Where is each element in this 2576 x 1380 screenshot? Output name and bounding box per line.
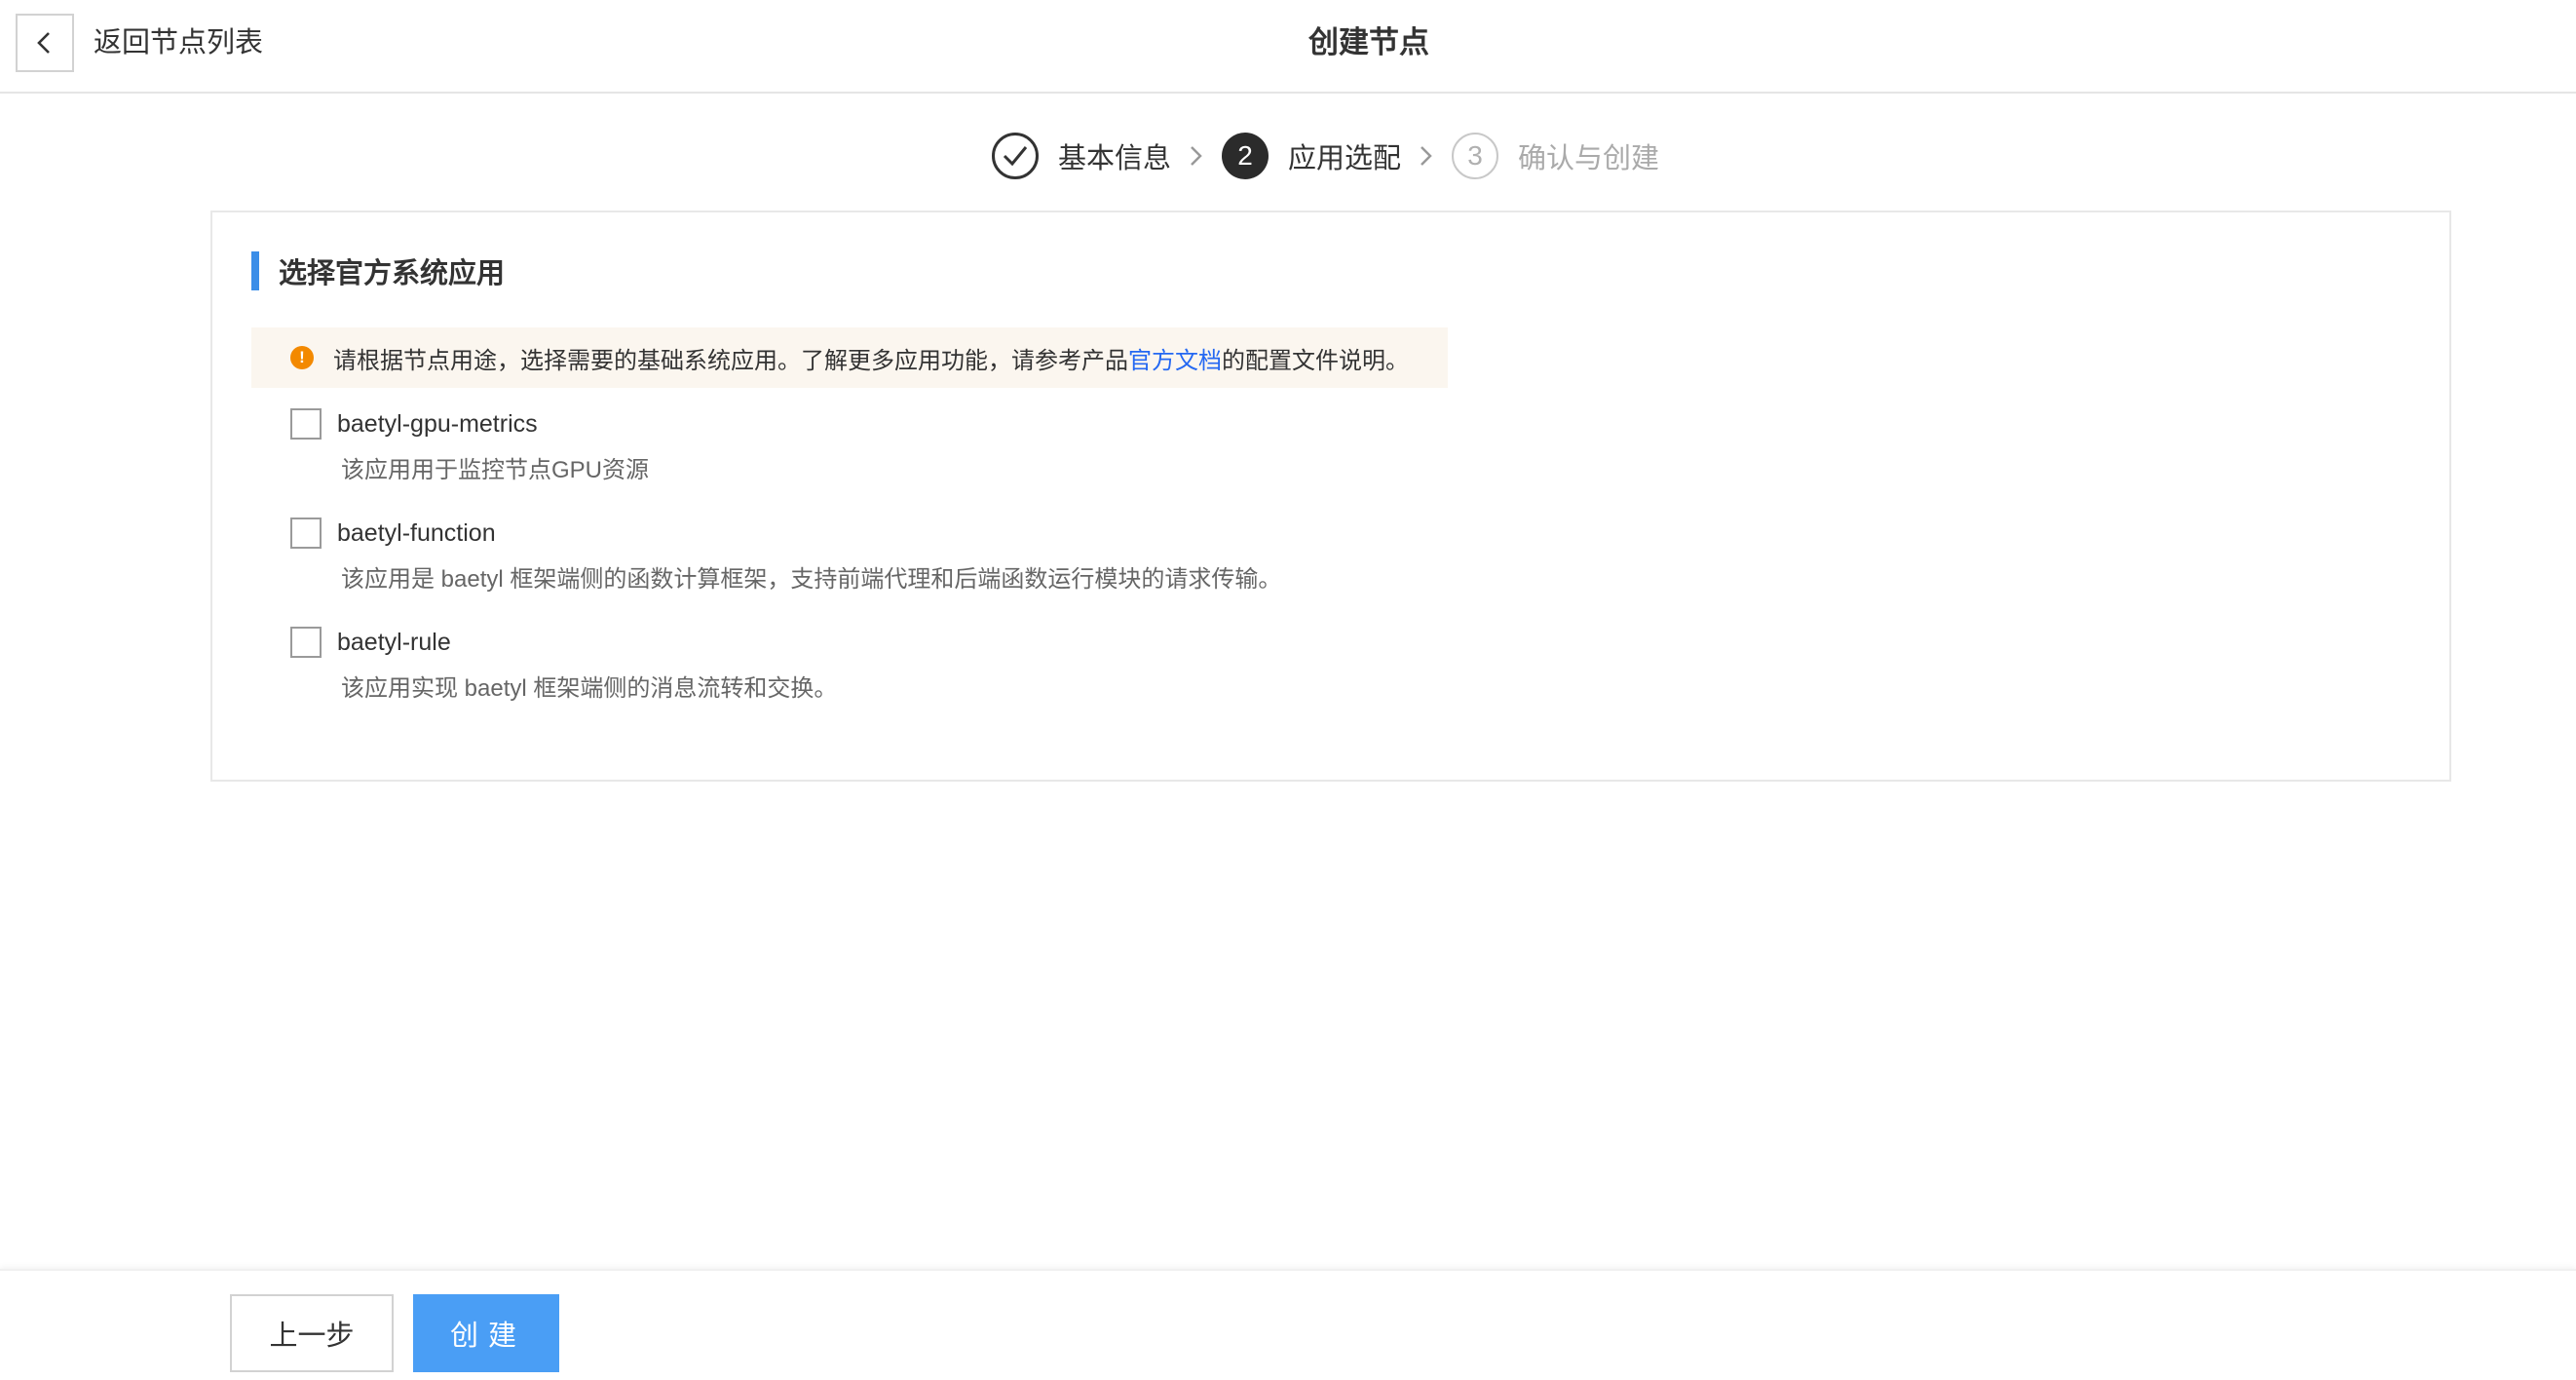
option-description: 该应用实现 baetyl 框架端侧的消息流转和交换。 xyxy=(341,675,838,702)
chevron-right-icon xyxy=(1191,146,1202,166)
step-label: 确认与创建 xyxy=(1518,143,1660,174)
section-accent-bar xyxy=(251,251,259,290)
option-baetyl-rule: baetyl-rule 该应用实现 baetyl 框架端侧的消息流转和交换。 xyxy=(290,626,837,703)
option-description: 该应用用于监控节点GPU资源 xyxy=(341,457,650,483)
step-number: 2 xyxy=(1222,133,1269,179)
option-baetyl-function: baetyl-function 该应用是 baetyl 框架端侧的函数计算框架，… xyxy=(290,517,1281,594)
section-title: 选择官方系统应用 xyxy=(251,251,505,290)
footer-bar: 上一步 创建 xyxy=(0,1269,2576,1380)
step-label: 基本信息 xyxy=(1058,143,1172,174)
previous-step-button[interactable]: 上一步 xyxy=(230,1294,394,1372)
page-header: 返回节点列表 创建节点 xyxy=(0,0,2576,94)
checkbox[interactable] xyxy=(290,518,322,549)
option-baetyl-gpu-metrics: baetyl-gpu-metrics 该应用用于监控节点GPU资源 xyxy=(290,407,649,484)
step-label: 应用选配 xyxy=(1288,143,1402,174)
app-selection-card: 选择官方系统应用 ! 请根据节点用途，选择需要的基础系统应用。了解更多应用功能，… xyxy=(210,211,2451,782)
step-number: 3 xyxy=(1452,133,1498,179)
warning-icon: ! xyxy=(290,346,314,369)
page-title: 创建节点 xyxy=(1308,25,1429,59)
option-name[interactable]: baetyl-function xyxy=(337,519,496,548)
option-name[interactable]: baetyl-rule xyxy=(337,629,451,657)
step-app-selection: 2 应用选配 xyxy=(1222,133,1401,179)
option-description: 该应用是 baetyl 框架端侧的函数计算框架，支持前端代理和后端函数运行模块的… xyxy=(341,566,1282,593)
option-name[interactable]: baetyl-gpu-metrics xyxy=(337,410,538,439)
info-alert: ! 请根据节点用途，选择需要的基础系统应用。了解更多应用功能，请参考产品官方文档… xyxy=(251,327,1448,388)
docs-link[interactable]: 官方文档 xyxy=(1128,348,1222,374)
create-button[interactable]: 创建 xyxy=(413,1294,559,1372)
alert-text-before: 请根据节点用途，选择需要的基础系统应用。了解更多应用功能，请参考产品 xyxy=(333,347,1128,374)
check-icon xyxy=(992,133,1039,179)
step-confirm-create: 3 确认与创建 xyxy=(1452,133,1659,179)
chevron-right-icon xyxy=(1421,146,1432,166)
alert-text-after: 的配置文件说明。 xyxy=(1222,347,1409,374)
step-basic-info: 基本信息 xyxy=(992,133,1171,179)
alert-text: 请根据节点用途，选择需要的基础系统应用。了解更多应用功能，请参考产品官方文档的配… xyxy=(333,341,1409,375)
checkbox[interactable] xyxy=(290,408,322,440)
section-title-text: 选择官方系统应用 xyxy=(279,258,506,289)
steps-indicator: 基本信息 2 应用选配 3 确认与创建 xyxy=(0,133,2576,179)
checkbox[interactable] xyxy=(290,627,322,658)
